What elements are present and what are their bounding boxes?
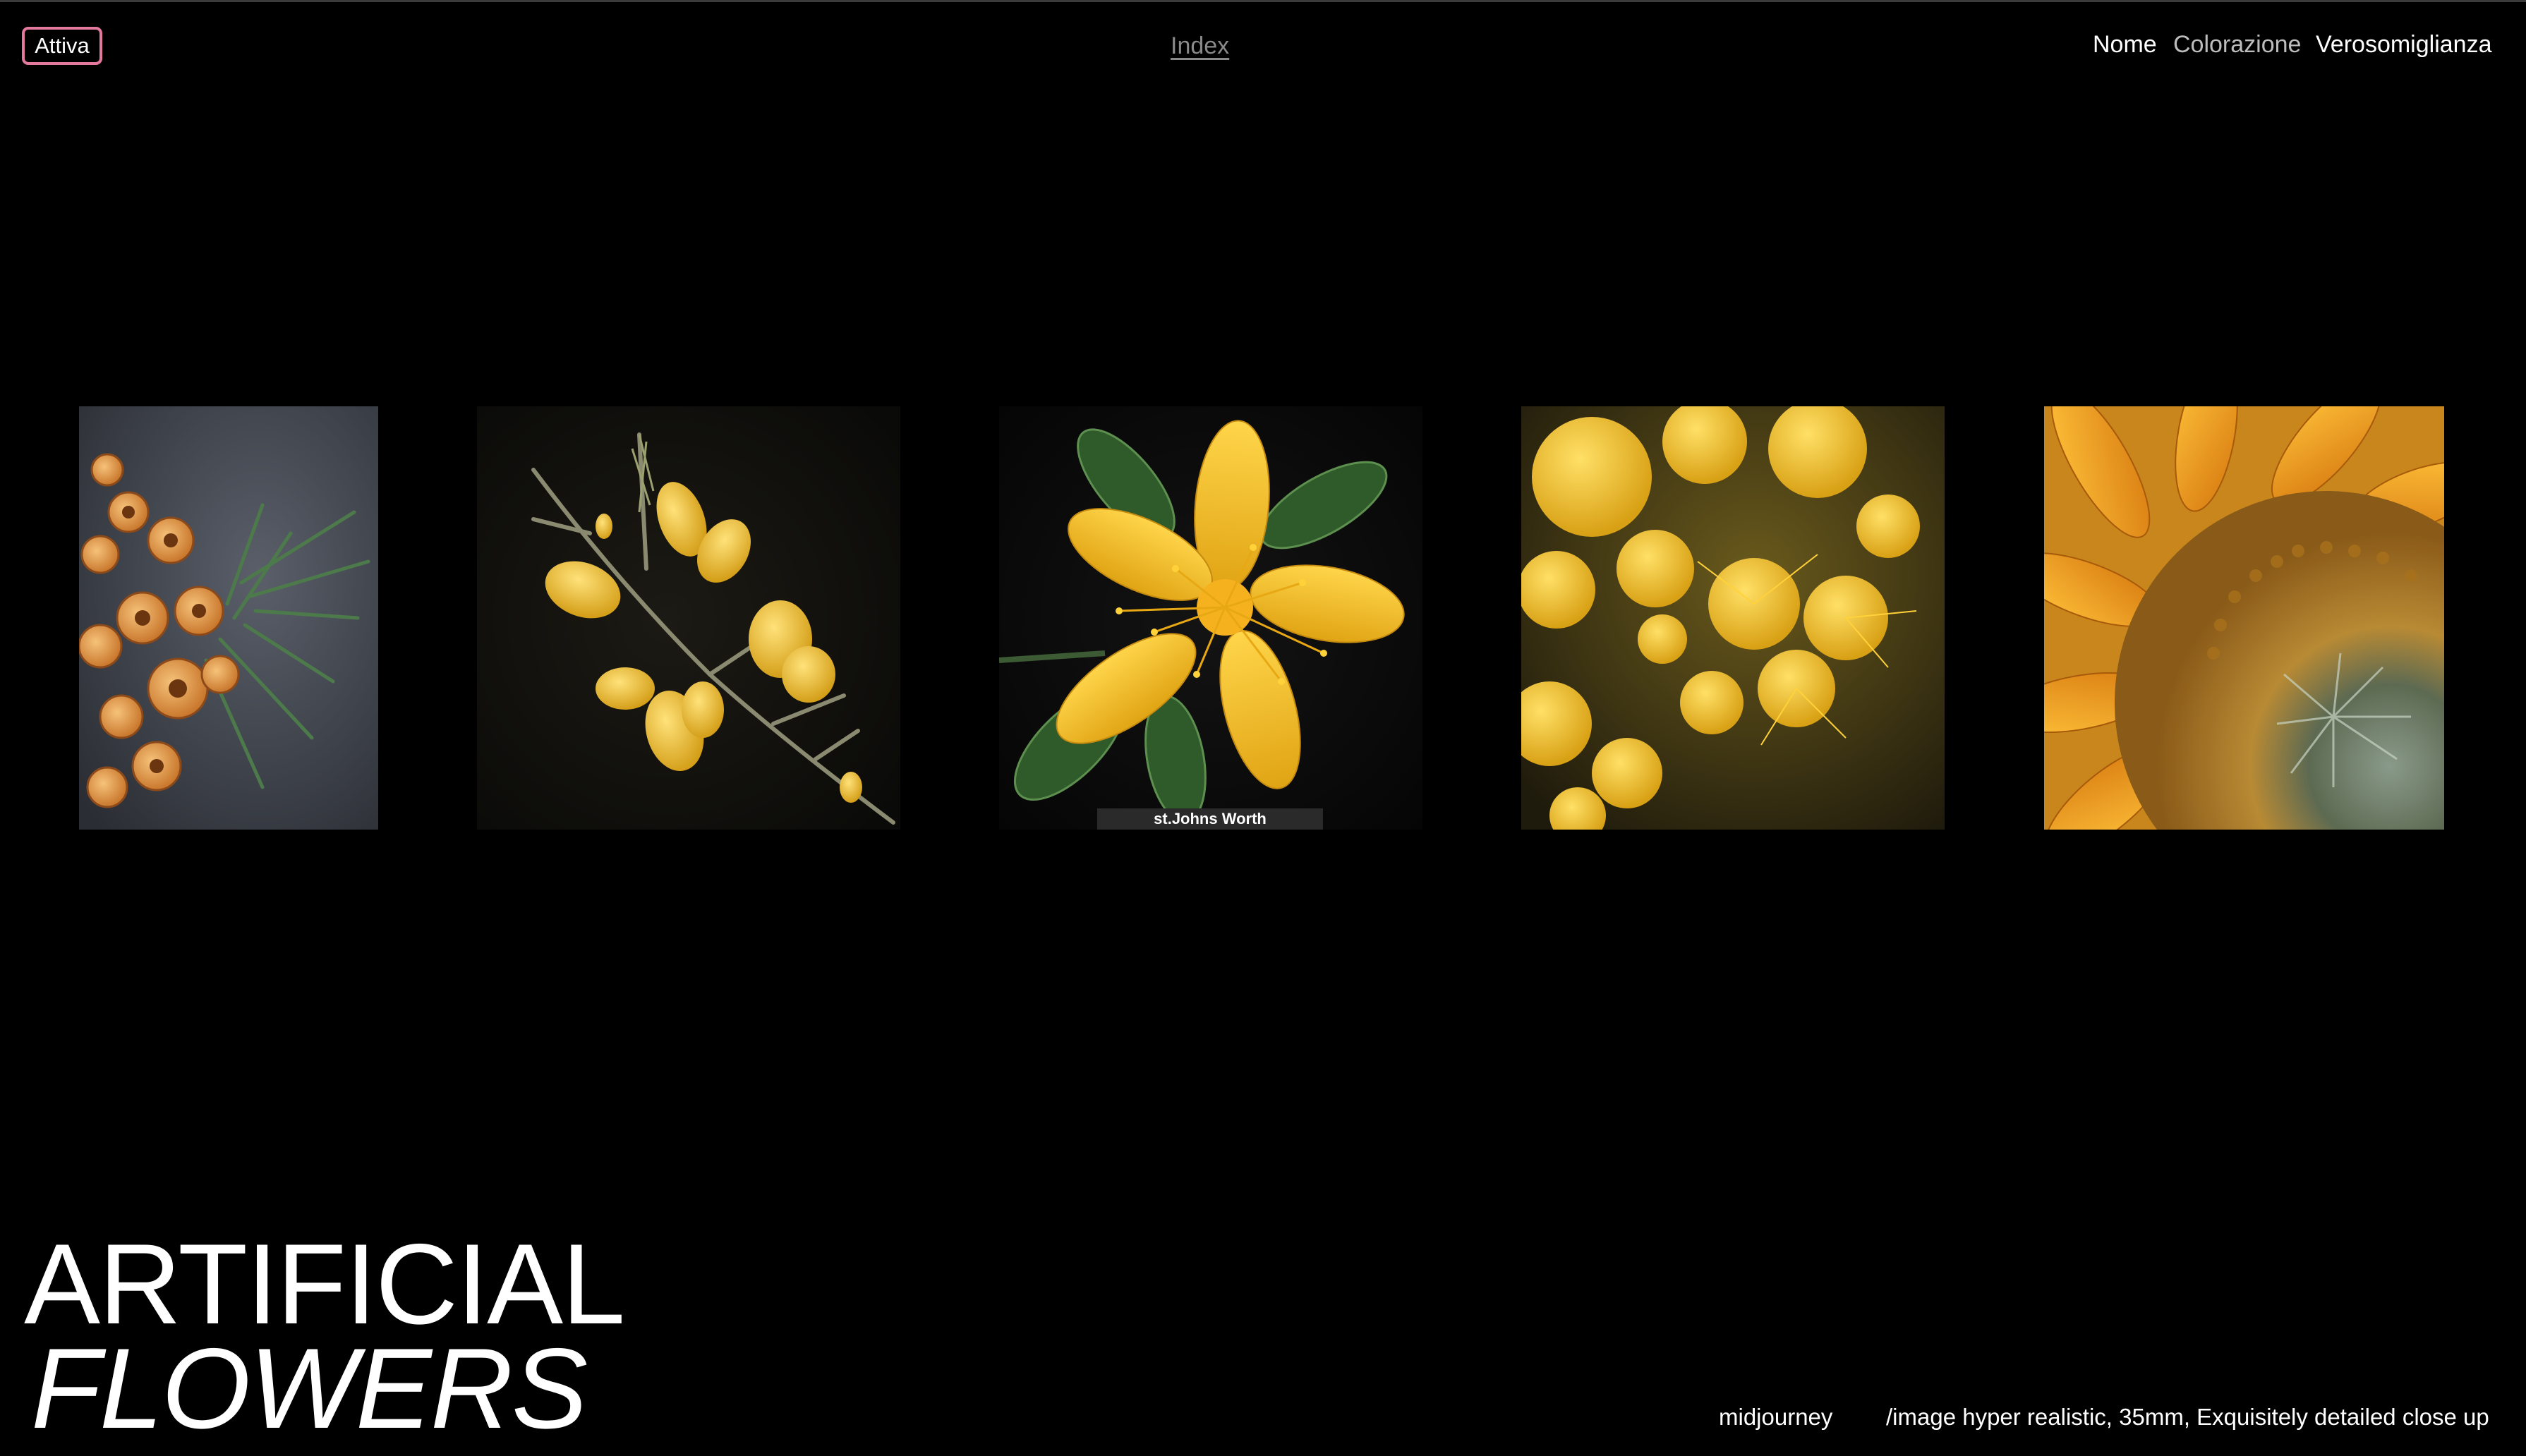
flower-card-3[interactable]: st.Johns Worth [999,406,1422,830]
model-label: midjourney [1719,1404,1833,1430]
sunflower-image [2044,406,2444,830]
sort-colorazione[interactable]: Colorazione [2173,31,2301,59]
sort-nome[interactable]: Nome [2093,31,2157,59]
flower-card-5[interactable] [2044,406,2444,830]
wax-flower-image [79,406,378,830]
attiva-toggle-button[interactable]: Attiva [22,27,102,65]
sort-verosomiglianza[interactable]: Verosomiglianza [2316,31,2491,59]
st-johns-worth-image [999,406,1422,830]
broom-flower-image [477,406,900,830]
top-border [0,0,2526,2]
prompt-text: /image hyper realistic, 35mm, Exquisitel… [1886,1404,2489,1430]
mimosa-flower-image [1521,406,1945,830]
flower-card-1[interactable] [79,406,378,830]
flower-card-2[interactable] [477,406,900,830]
flower-caption: st.Johns Worth [1097,808,1323,830]
flower-card-4[interactable] [1521,406,1945,830]
index-link[interactable]: Index [1171,32,1229,60]
page-title-line2: FLOWERS [31,1325,588,1452]
